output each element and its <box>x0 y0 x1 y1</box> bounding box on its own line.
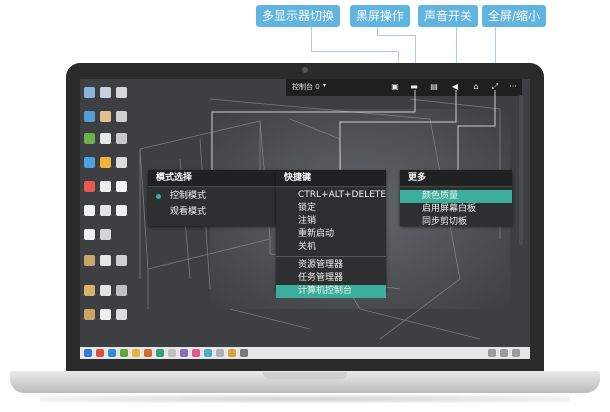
menu-item-clipboard-sync[interactable]: 同步剪切板 <box>400 216 512 229</box>
menu-item-lock[interactable]: 锁定 <box>276 202 386 215</box>
mode-select-menu: 模式选择 控制模式 观看模式 <box>148 170 278 226</box>
menu-item-logoff[interactable]: 注销 <box>276 215 386 228</box>
menu-item-task-manager[interactable]: 任务管理器 <box>276 272 386 285</box>
more-menu: 更多 颜色质量 启用屏幕白板 同步剪切板 <box>400 170 512 229</box>
menu-item-restart[interactable]: 重新启动 <box>276 228 386 241</box>
menu-item-label: 控制模式 <box>170 191 207 201</box>
radio-selected-icon <box>156 194 161 199</box>
menu-title: 模式选择 <box>148 170 278 187</box>
menu-item-view-mode[interactable]: 观看模式 <box>148 206 278 219</box>
menu-item-explorer[interactable]: 资源管理器 <box>276 259 386 272</box>
menu-title: 快捷键 <box>276 170 386 187</box>
menu-item-computer-console[interactable]: 计算机控制台 <box>276 285 386 298</box>
menu-item-ctrl-alt-delete[interactable]: CTRL+ALT+DELETE <box>276 189 386 202</box>
menu-item-color-quality[interactable]: 颜色质量 <box>400 190 512 203</box>
menu-divider <box>276 256 386 257</box>
shortcuts-menu: 快捷键 CTRL+ALT+DELETE 锁定 注销 重新启动 关机 资源管理器 … <box>276 170 386 298</box>
menu-item-control-mode[interactable]: 控制模式 <box>148 190 278 203</box>
menu-item-shutdown[interactable]: 关机 <box>276 241 386 254</box>
menu-item-label: 观看模式 <box>170 207 207 217</box>
menu-item-whiteboard[interactable]: 启用屏幕白板 <box>400 203 512 216</box>
menu-title: 更多 <box>400 170 512 187</box>
